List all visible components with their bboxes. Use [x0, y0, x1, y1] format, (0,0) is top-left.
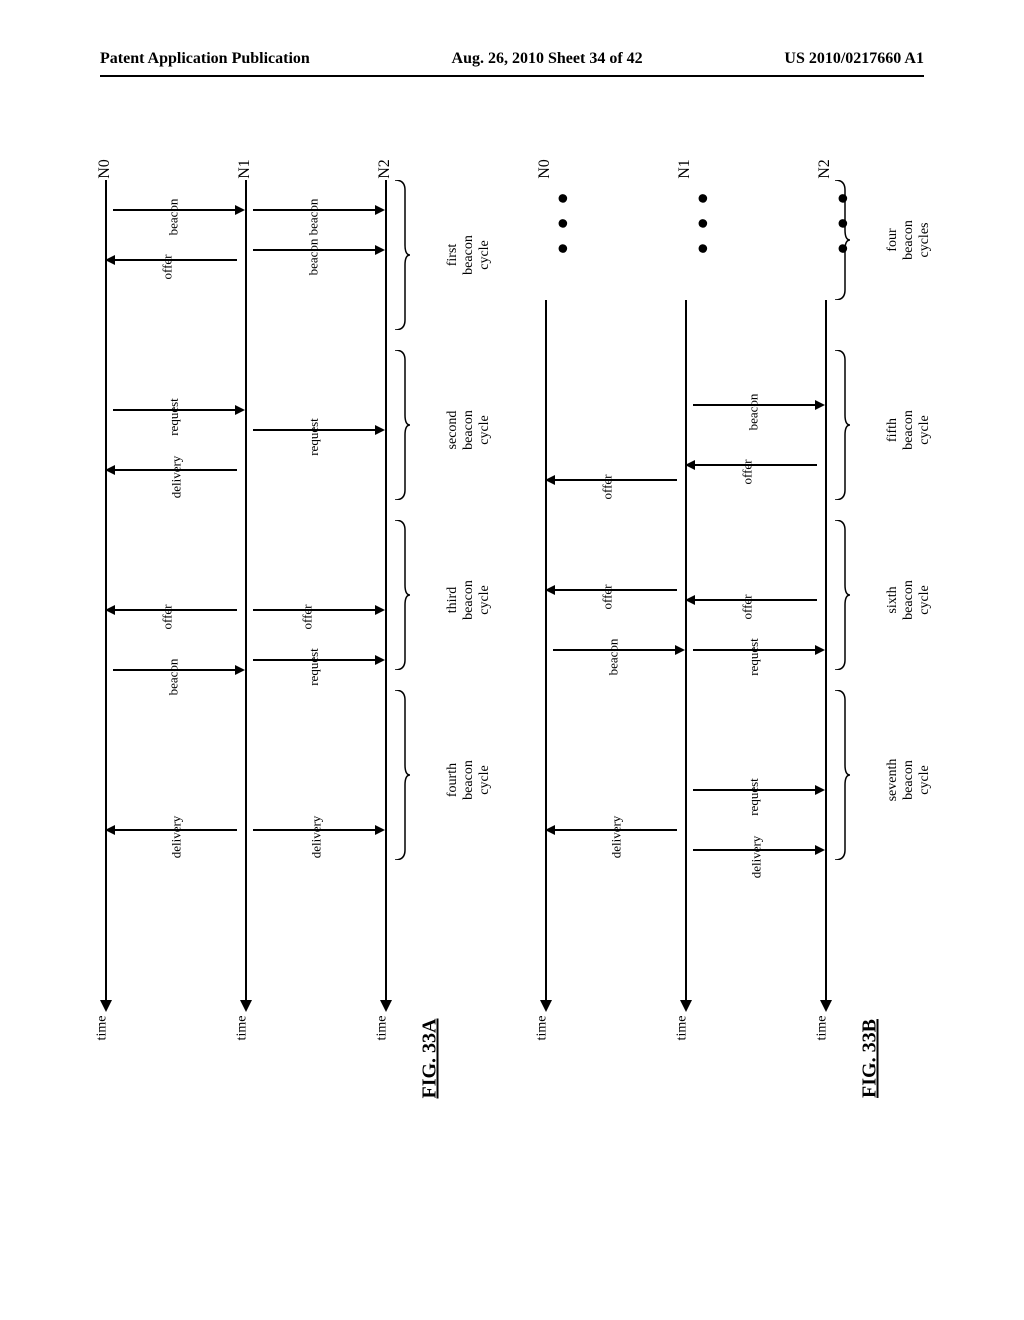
- figure-caption-a: FIG. 33A: [419, 869, 442, 1249]
- column-label-n2-b: N2: [816, 159, 834, 179]
- message-arrow: offer: [245, 600, 385, 620]
- time-label-n0-b: time: [534, 1016, 550, 1041]
- column-label-n0-b: N0: [536, 159, 554, 179]
- time-label-n2: time: [374, 1016, 390, 1041]
- message-arrow: delivery: [685, 840, 825, 860]
- header: Patent Application Publication Aug. 26, …: [100, 50, 924, 68]
- message-arrow: offer: [545, 580, 685, 600]
- message-arrow: offer: [685, 455, 825, 475]
- message-label: offer: [600, 584, 616, 609]
- message-arrow: request: [245, 420, 385, 440]
- message-arrow: beacon: [245, 240, 385, 260]
- message-label: delivery: [748, 836, 764, 879]
- message-label: delivery: [308, 816, 324, 859]
- message-arrow: offer: [105, 600, 245, 620]
- message-label: beacon: [305, 199, 321, 236]
- column-label-n0: N0: [96, 159, 114, 179]
- message-label: delivery: [168, 456, 184, 499]
- message-arrow: offer: [685, 590, 825, 610]
- message-label: offer: [600, 474, 616, 499]
- message-label: beacon: [165, 659, 181, 696]
- header-rule: [100, 75, 924, 77]
- column-label-n2: N2: [376, 159, 394, 179]
- time-label-n2-b: time: [814, 1016, 830, 1041]
- message-label: offer: [300, 604, 316, 629]
- message-arrow: delivery: [545, 820, 685, 840]
- message-arrow: offer: [105, 250, 245, 270]
- diagram-area: N0 N1 N2 time time time first beacon cyc…: [100, 120, 924, 1220]
- message-arrow: delivery: [105, 820, 245, 840]
- message-arrow: beacon: [245, 200, 385, 220]
- message-label: delivery: [608, 816, 624, 859]
- message-label: request: [746, 778, 762, 816]
- message-label: delivery: [168, 816, 184, 859]
- message-arrow: delivery: [245, 820, 385, 840]
- column-label-n1: N1: [236, 159, 254, 179]
- message-label: request: [306, 648, 322, 686]
- figure-caption-b: FIG. 33B: [859, 869, 882, 1249]
- message-label: request: [166, 398, 182, 436]
- message-arrow: beacon: [545, 640, 685, 660]
- page: Patent Application Publication Aug. 26, …: [0, 0, 1024, 1320]
- message-arrow: delivery: [105, 460, 245, 480]
- time-label-n1: time: [234, 1016, 250, 1041]
- message-label: beacon: [305, 239, 321, 276]
- message-label: beacon: [605, 639, 621, 676]
- message-arrow: beacon: [105, 660, 245, 680]
- message-arrow: request: [105, 400, 245, 420]
- figure-33a: N0 N1 N2 time time time first beacon cyc…: [100, 120, 480, 1120]
- message-label: beacon: [165, 199, 181, 236]
- time-label-n0: time: [94, 1016, 110, 1041]
- message-label: beacon: [745, 394, 761, 431]
- message-label: request: [306, 418, 322, 456]
- header-center: Aug. 26, 2010 Sheet 34 of 42: [452, 50, 643, 68]
- message-arrow: beacon: [105, 200, 245, 220]
- message-label: offer: [160, 254, 176, 279]
- time-label-n1-b: time: [674, 1016, 690, 1041]
- header-right: US 2010/0217660 A1: [784, 50, 924, 68]
- message-arrow: request: [245, 650, 385, 670]
- message-label: offer: [160, 604, 176, 629]
- figure-33b: N0 N1 N2 ● ● ● ● ● ● ● ● ● time time tim…: [540, 120, 920, 1120]
- message-arrow: beacon: [685, 395, 825, 415]
- message-label: offer: [740, 594, 756, 619]
- message-label: request: [746, 638, 762, 676]
- column-label-n1-b: N1: [676, 159, 694, 179]
- message-arrow: request: [685, 780, 825, 800]
- message-label: offer: [740, 459, 756, 484]
- message-arrow: offer: [545, 470, 685, 490]
- message-arrow: request: [685, 640, 825, 660]
- header-left: Patent Application Publication: [100, 50, 310, 68]
